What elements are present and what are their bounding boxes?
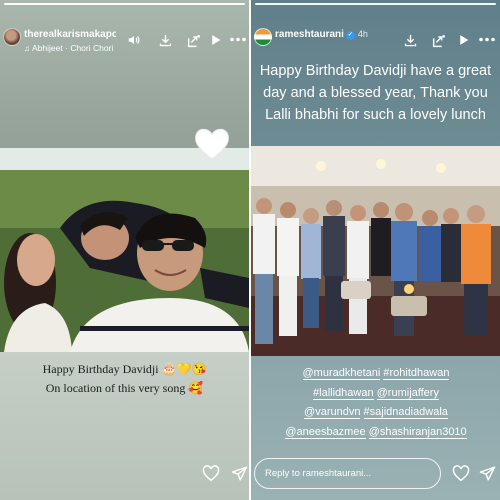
share-story-icon[interactable]: [186, 33, 202, 49]
more-icon[interactable]: [230, 37, 246, 42]
download-icon[interactable]: [158, 33, 173, 48]
music-artist: Abhijeet: [32, 43, 63, 53]
play-icon[interactable]: [209, 33, 222, 47]
more-icon[interactable]: [479, 37, 495, 42]
caption-emojis1: 🎂💛😘: [161, 362, 207, 376]
heart-sticker-icon: [192, 125, 232, 168]
like-icon[interactable]: [452, 465, 470, 487]
mention-tags: @muradkhetani #rohitdhawan #lallidhawan …: [258, 364, 494, 442]
tag-link[interactable]: @varundvn: [304, 406, 361, 419]
tag-link[interactable]: @rumijaffery: [376, 386, 439, 400]
send-icon[interactable]: [479, 465, 496, 487]
user-avatar[interactable]: [254, 28, 272, 46]
download-icon[interactable]: [403, 33, 418, 48]
group-photo: [251, 146, 500, 356]
music-info[interactable]: ♫ Abhijeet · Chori Chori: [24, 43, 113, 53]
caption-emojis2: 🥰: [188, 381, 204, 395]
username[interactable]: rameshtaurani: [275, 29, 344, 40]
caption-line1: Happy Birthday Davidji: [42, 362, 159, 376]
reply-input[interactable]: Reply to rameshtaurani...: [254, 458, 441, 489]
send-icon[interactable]: [231, 465, 248, 487]
story-caption: Happy Birthday Davidji 🎂💛😘 On location o…: [0, 360, 249, 398]
tag-link[interactable]: @muradkhetani: [302, 367, 381, 380]
music-song: Chori Chori: [70, 43, 114, 53]
tag-link[interactable]: @aneesbazmee: [285, 425, 366, 439]
story-left[interactable]: therealkarismakapoo ♫ Abhijeet · Chori Ch…: [0, 0, 249, 500]
username[interactable]: therealkarismakapoo: [24, 29, 116, 40]
music-note-icon: ♫: [24, 44, 30, 53]
volume-icon[interactable]: [127, 33, 141, 47]
tag-link[interactable]: #sajidnadiadwala: [363, 406, 448, 419]
tag-link[interactable]: #lallidhawan: [313, 386, 374, 400]
play-icon[interactable]: [457, 33, 470, 47]
story-progress-bar: [255, 3, 496, 5]
user-avatar[interactable]: [3, 28, 21, 46]
story-caption: Happy Birthday Davidji have a great day …: [259, 63, 492, 123]
verified-badge-icon: ✓: [345, 31, 355, 40]
story-photo: [0, 148, 249, 352]
time-ago: 4h: [357, 29, 368, 39]
username-row[interactable]: rameshtaurani ✓ 4h: [275, 29, 405, 40]
like-icon[interactable]: [202, 465, 220, 487]
story-header: rameshtaurani ✓ 4h: [251, 28, 500, 54]
music-separator: ·: [65, 43, 68, 53]
caption-line2: On location of this very song: [45, 381, 186, 395]
story-header: therealkarismakapoo ♫ Abhijeet · Chori Ch…: [0, 28, 249, 54]
share-story-icon[interactable]: [431, 33, 447, 49]
story-progress-bar: [4, 3, 245, 5]
tag-link[interactable]: @shashiranjan3010: [368, 425, 467, 439]
tag-link[interactable]: #rohitdhawan: [383, 367, 450, 380]
